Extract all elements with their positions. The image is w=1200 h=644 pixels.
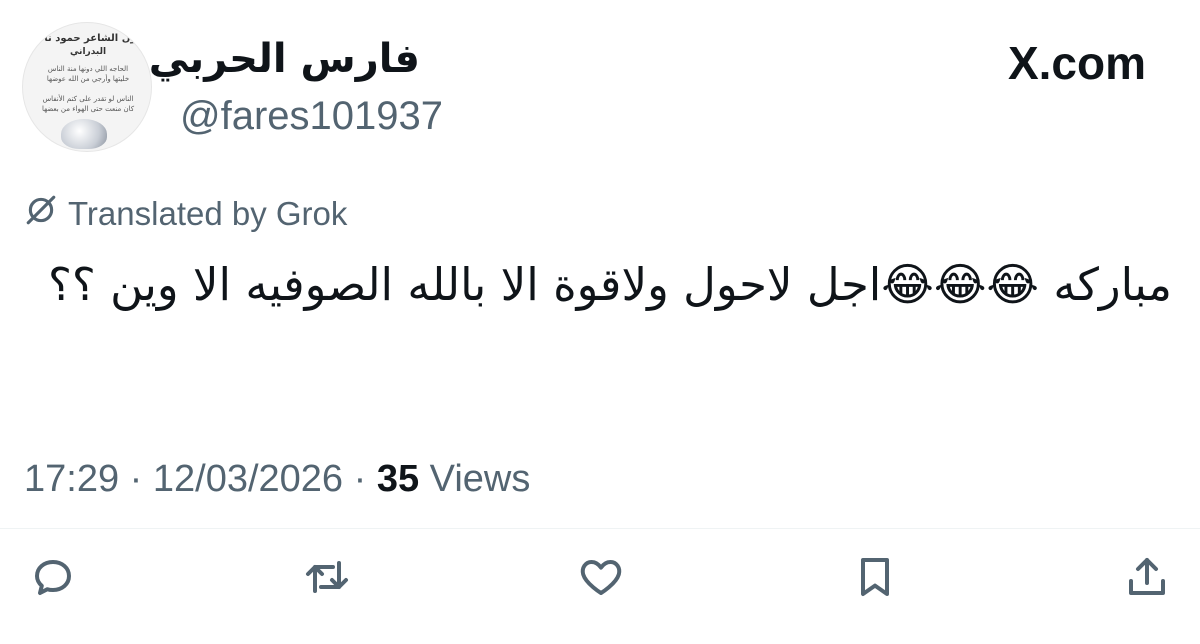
brand-logo: X.com <box>1007 37 1146 89</box>
avatar-text-line: يقول الشاعر حمود ناصر <box>28 33 148 44</box>
tweet-date[interactable]: 12/03/2026 <box>153 458 343 500</box>
avatar-bird-image <box>61 119 107 149</box>
divider <box>0 528 1200 529</box>
translated-label: Translated by Grok <box>68 195 348 232</box>
translated-by-grok[interactable]: Translated by Grok <box>24 194 347 234</box>
bookmark-button[interactable] <box>848 552 902 606</box>
grok-icon <box>24 193 58 235</box>
share-icon <box>1123 553 1171 606</box>
tweet-meta: 17:29 · 12/03/2026 · 35 Views <box>24 458 530 501</box>
avatar-text-line: خليتها وأرجي من الله عوضها <box>46 75 130 83</box>
user-handle[interactable]: @fares1‌01937 <box>180 94 443 139</box>
reply-icon <box>29 553 77 606</box>
tweet-time[interactable]: 17:29 <box>24 458 119 500</box>
repost-button[interactable] <box>300 552 354 606</box>
like-button[interactable] <box>574 552 628 606</box>
views-count[interactable]: 35 <box>377 458 419 500</box>
meta-separator: · <box>119 458 153 500</box>
avatar-text-line: البدراني <box>69 47 107 57</box>
reply-button[interactable] <box>26 552 80 606</box>
avatar[interactable]: يقول الشاعر حمود ناصر البدراني الحاجه ال… <box>22 22 152 152</box>
avatar-text-line: الحاجه اللي دونها منة الناس <box>47 65 129 73</box>
meta-separator: · <box>343 458 377 500</box>
avatar-text-line: الناس لو تقدر على كتم الأنفاس <box>42 95 134 103</box>
heart-icon <box>577 553 625 606</box>
repost-icon <box>303 553 351 606</box>
bookmark-icon <box>851 553 899 606</box>
views-label: Views <box>419 458 531 500</box>
avatar-text-line: كان منعت حتى الهواء من بعضها <box>41 105 135 113</box>
tweet-text: مباركه 😂😂😂اجل لاحول ولاقوة الا بالله الص… <box>48 258 1172 311</box>
share-button[interactable] <box>1120 552 1174 606</box>
display-name[interactable]: فارس الحربي <box>149 36 420 82</box>
